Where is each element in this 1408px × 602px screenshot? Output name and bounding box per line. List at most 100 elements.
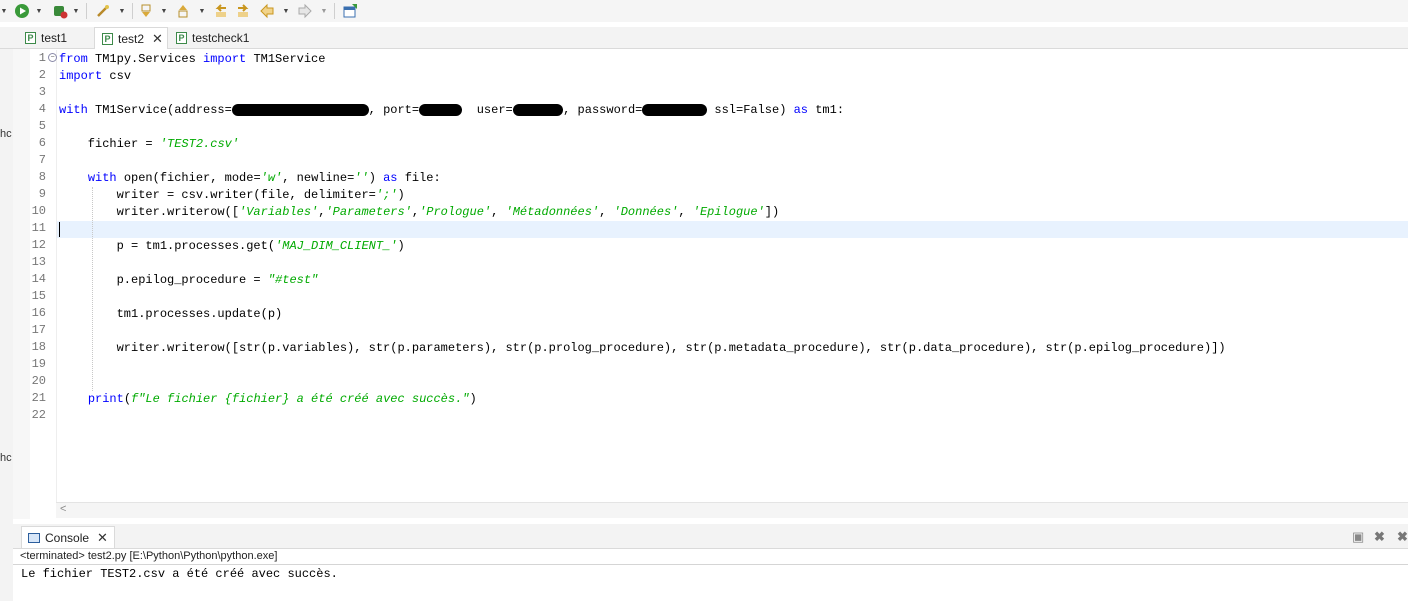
code-line[interactable]: fichier = 'TEST2.csv' [59, 136, 239, 153]
fold-collapse-icon[interactable]: − [48, 53, 57, 62]
perspective-icon [343, 4, 357, 18]
line-number: 10 [31, 204, 46, 218]
code-line[interactable]: p = tm1.processes.get('MAJ_DIM_CLIENT_') [59, 238, 405, 255]
back-button[interactable] [258, 2, 276, 20]
code-editor[interactable]: 1 2 3 4 5 6 7 8 9 10 11 12 13 14 15 16 17 18 19 20 21 22− fro… [30, 50, 1408, 502]
arrow-down-icon [141, 4, 151, 17]
scroll-left-icon[interactable]: < [60, 503, 66, 515]
line-number: 14 [31, 272, 46, 286]
line-number: 18 [31, 340, 46, 354]
line-number: 9 [38, 187, 46, 201]
line-number: 5 [38, 119, 46, 133]
external-tool-icon [54, 6, 68, 19]
toolbar-separator [86, 3, 87, 19]
code-line[interactable]: writer.writerow(['Variables','Parameters… [59, 204, 780, 221]
edit-forward-icon [238, 4, 249, 17]
dropdown-arrow-icon[interactable]: ▼ [0, 2, 8, 20]
arrow-left-icon [260, 3, 274, 19]
console-status: <terminated> test2.py [E:\Python\Python\… [20, 550, 278, 562]
close-tab-icon[interactable]: ✕ [152, 31, 163, 47]
tab-test1[interactable]: P test1 [25, 27, 67, 49]
code-line[interactable]: writer = csv.writer(file, delimiter=';') [59, 187, 405, 204]
run-dropdown-icon[interactable]: ▼ [35, 2, 43, 20]
main-toolbar: ▼ ▼ ▼ ▼ ▼ ▼ ▼ ▼ [0, 0, 1408, 22]
line-number: 22 [31, 408, 46, 422]
line-number: 19 [31, 357, 46, 371]
wand-icon [97, 5, 109, 17]
remove-all-launches-icon[interactable]: ✖ [1397, 529, 1408, 545]
tab-console[interactable]: Console ✕ [21, 526, 115, 548]
external-dropdown-icon[interactable]: ▼ [72, 2, 80, 20]
line-number: 12 [31, 238, 46, 252]
wand-button[interactable] [93, 2, 113, 20]
horizontal-scrollbar[interactable]: < [56, 502, 1408, 518]
last-edit-button[interactable] [212, 2, 230, 20]
code-line[interactable]: with open(fichier, mode='w', newline='')… [59, 170, 441, 187]
tab-label: test1 [41, 31, 68, 45]
edit-forward-button[interactable] [234, 2, 252, 20]
console-icon [28, 532, 40, 543]
line-number: 2 [38, 68, 46, 82]
left-panel-fragment: hc [0, 128, 12, 140]
line-number: 17 [31, 323, 46, 337]
code-line[interactable]: import csv [59, 68, 131, 85]
python-file-icon: P [25, 32, 36, 44]
console-output[interactable]: Le fichier TEST2.csv a été créé avec suc… [13, 564, 1408, 602]
forward-button[interactable] [296, 2, 314, 20]
line-number: 4 [38, 102, 46, 116]
tab-testcheck1[interactable]: P testcheck1 [176, 27, 249, 49]
run-icon [15, 4, 29, 18]
line-number: 1 [38, 51, 46, 65]
toolbar-separator [334, 3, 335, 19]
line-number: 6 [38, 136, 46, 150]
wand-dropdown-icon[interactable]: ▼ [118, 2, 126, 20]
code-line[interactable]: tm1.processes.update(p) [59, 306, 283, 323]
line-number: 3 [38, 85, 46, 99]
prev-annotation-button[interactable] [174, 2, 192, 20]
left-panel-edge: hc hc [0, 27, 13, 601]
next-annotation-button[interactable] [137, 2, 155, 20]
tab-label: test2 [118, 31, 145, 46]
current-line-highlight [57, 221, 1408, 238]
prev-dropdown-icon[interactable]: ▼ [198, 2, 206, 20]
line-number: 8 [38, 170, 46, 184]
close-console-icon[interactable]: ✕ [97, 530, 108, 546]
run-external-button[interactable] [50, 2, 70, 20]
line-number: 15 [31, 289, 46, 303]
code-line[interactable]: from TM1py.Services import TM1Service [59, 51, 325, 68]
last-edit-icon [215, 4, 226, 17]
code-line[interactable]: writer.writerow([str(p.variables), str(p… [59, 340, 1226, 357]
toolbar-separator [132, 3, 133, 19]
minimize-console-icon[interactable]: ▣ [1352, 529, 1364, 545]
line-number: 16 [31, 306, 46, 320]
arrow-up-icon [178, 5, 188, 18]
python-file-icon: P [102, 32, 113, 45]
open-perspective-button[interactable] [341, 2, 359, 20]
tab-label: testcheck1 [192, 31, 250, 45]
editor-left-ruler [13, 49, 30, 519]
editor-tab-bar: P test1 P test2 ✕ P testcheck1 [0, 27, 1408, 49]
back-dropdown-icon[interactable]: ▼ [282, 2, 290, 20]
arrow-right-icon [298, 3, 312, 19]
remove-launch-icon[interactable]: ✖ [1374, 529, 1385, 545]
text-caret [59, 222, 60, 237]
line-number: 13 [31, 255, 46, 269]
code-line[interactable]: p.epilog_procedure = "#test" [59, 272, 319, 289]
python-file-icon: P [176, 32, 187, 44]
left-panel-fragment: hc [0, 452, 12, 464]
console-view: Console ✕ ▣ ✖ ✖ <terminated> test2.py [E… [13, 524, 1408, 601]
console-output-line: Le fichier TEST2.csv a été créé avec suc… [21, 567, 338, 581]
console-tab-bar: Console ✕ ▣ ✖ ✖ [13, 524, 1408, 549]
line-number: 7 [38, 153, 46, 167]
next-dropdown-icon[interactable]: ▼ [160, 2, 168, 20]
tab-test2[interactable]: P test2 ✕ [94, 27, 168, 49]
line-number: 11 [31, 221, 46, 235]
code-line[interactable]: print(f"Le fichier {fichier} a été créé … [59, 391, 477, 408]
line-number: 20 [31, 374, 46, 388]
line-number: 21 [31, 391, 46, 405]
code-line[interactable]: with TM1Service(address= , port= user= ,… [59, 102, 844, 119]
forward-dropdown-icon[interactable]: ▼ [320, 2, 328, 20]
console-tab-label: Console [45, 530, 90, 545]
line-number-gutter: 1 2 3 4 5 6 7 8 9 10 11 12 13 14 15 16 17 18 19 20 21 22− [30, 50, 57, 502]
run-button[interactable] [12, 2, 32, 20]
